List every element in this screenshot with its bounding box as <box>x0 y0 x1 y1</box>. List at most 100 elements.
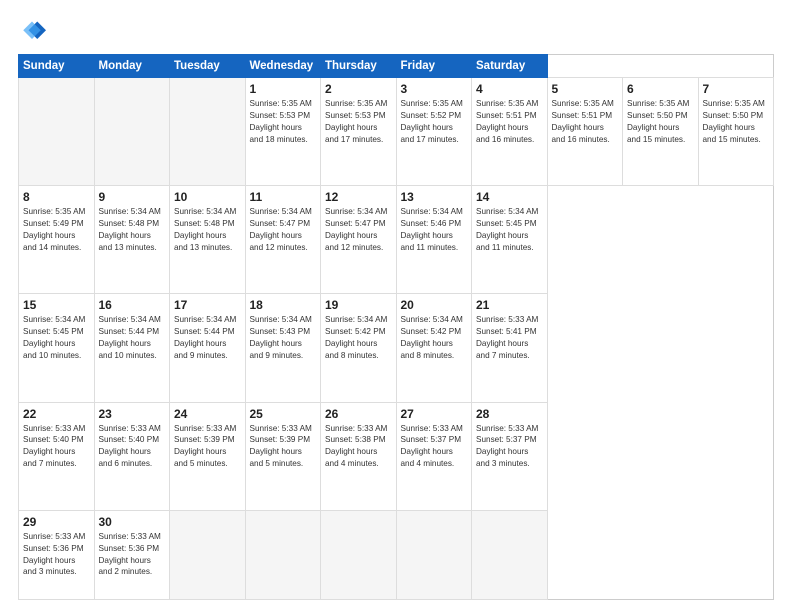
day-info: Sunrise: 5:34 AMSunset: 5:47 PMDaylight … <box>250 206 317 254</box>
calendar-cell: 10 Sunrise: 5:34 AMSunset: 5:48 PMDayligh… <box>170 186 246 294</box>
day-info: Sunrise: 5:35 AMSunset: 5:53 PMDaylight … <box>250 98 317 146</box>
day-number: 25 <box>250 407 317 421</box>
day-info: Sunrise: 5:34 AMSunset: 5:42 PMDaylight … <box>325 314 392 362</box>
calendar-cell <box>396 510 472 599</box>
day-info: Sunrise: 5:33 AMSunset: 5:36 PMDaylight … <box>23 531 90 579</box>
day-info: Sunrise: 5:34 AMSunset: 5:48 PMDaylight … <box>174 206 241 254</box>
day-info: Sunrise: 5:33 AMSunset: 5:40 PMDaylight … <box>99 423 166 471</box>
day-info: Sunrise: 5:34 AMSunset: 5:46 PMDaylight … <box>401 206 468 254</box>
day-info: Sunrise: 5:35 AMSunset: 5:52 PMDaylight … <box>401 98 468 146</box>
day-number: 16 <box>99 298 166 312</box>
day-number: 18 <box>250 298 317 312</box>
weekday-header-sunday: Sunday <box>19 55 95 78</box>
logo-icon <box>18 18 46 46</box>
day-number: 8 <box>23 190 90 204</box>
calendar-week-3: 15 Sunrise: 5:34 AMSunset: 5:45 PMDayligh… <box>19 294 774 402</box>
day-info: Sunrise: 5:33 AMSunset: 5:40 PMDaylight … <box>23 423 90 471</box>
calendar-cell: 21Sunrise: 5:33 AMSunset: 5:41 PMDayligh… <box>472 294 548 402</box>
calendar-cell: 3 Sunrise: 5:35 AMSunset: 5:52 PMDaylight… <box>396 78 472 186</box>
calendar-cell <box>472 510 548 599</box>
calendar-cell <box>94 78 170 186</box>
weekday-header-wednesday: Wednesday <box>245 55 321 78</box>
day-info: Sunrise: 5:34 AMSunset: 5:45 PMDaylight … <box>23 314 90 362</box>
calendar-cell: 23Sunrise: 5:33 AMSunset: 5:40 PMDayligh… <box>94 402 170 510</box>
day-number: 4 <box>476 82 543 96</box>
calendar-cell: 9Sunrise: 5:34 AMSunset: 5:48 PMDaylight… <box>94 186 170 294</box>
day-number: 24 <box>174 407 241 421</box>
calendar-cell: 12Sunrise: 5:34 AMSunset: 5:47 PMDayligh… <box>321 186 397 294</box>
weekday-header-thursday: Thursday <box>321 55 397 78</box>
day-number: 29 <box>23 515 90 529</box>
day-info: Sunrise: 5:34 AMSunset: 5:44 PMDaylight … <box>174 314 241 362</box>
calendar-cell: 16 Sunrise: 5:34 AMSunset: 5:44 PMDayligh… <box>94 294 170 402</box>
day-number: 10 <box>174 190 241 204</box>
calendar-cell <box>170 510 246 599</box>
calendar-cell: 2 Sunrise: 5:35 AMSunset: 5:53 PMDaylight… <box>321 78 397 186</box>
calendar-cell: 27 Sunrise: 5:33 AMSunset: 5:37 PMDayligh… <box>396 402 472 510</box>
day-info: Sunrise: 5:33 AMSunset: 5:37 PMDaylight … <box>476 423 543 471</box>
calendar-body: 1 Sunrise: 5:35 AMSunset: 5:53 PMDaylight… <box>19 78 774 600</box>
calendar-cell: 20 Sunrise: 5:34 AMSunset: 5:42 PMDayligh… <box>396 294 472 402</box>
day-info: Sunrise: 5:33 AMSunset: 5:39 PMDaylight … <box>174 423 241 471</box>
day-number: 5 <box>552 82 619 96</box>
day-number: 11 <box>250 190 317 204</box>
calendar-cell: 6 Sunrise: 5:35 AMSunset: 5:50 PMDaylight… <box>623 78 699 186</box>
calendar-cell <box>245 510 321 599</box>
calendar-cell <box>170 78 246 186</box>
calendar-cell: 26Sunrise: 5:33 AMSunset: 5:38 PMDayligh… <box>321 402 397 510</box>
calendar-header: SundayMondayTuesdayWednesdayThursdayFrid… <box>19 55 774 78</box>
day-number: 14 <box>476 190 543 204</box>
day-number: 30 <box>99 515 166 529</box>
day-info: Sunrise: 5:34 AMSunset: 5:45 PMDaylight … <box>476 206 543 254</box>
day-info: Sunrise: 5:34 AMSunset: 5:48 PMDaylight … <box>99 206 166 254</box>
calendar-cell <box>19 78 95 186</box>
day-info: Sunrise: 5:33 AMSunset: 5:37 PMDaylight … <box>401 423 468 471</box>
day-info: Sunrise: 5:35 AMSunset: 5:51 PMDaylight … <box>552 98 619 146</box>
day-info: Sunrise: 5:34 AMSunset: 5:44 PMDaylight … <box>99 314 166 362</box>
day-number: 20 <box>401 298 468 312</box>
calendar-cell: 19 Sunrise: 5:34 AMSunset: 5:42 PMDayligh… <box>321 294 397 402</box>
day-info: Sunrise: 5:34 AMSunset: 5:42 PMDaylight … <box>401 314 468 362</box>
day-info: Sunrise: 5:35 AMSunset: 5:50 PMDaylight … <box>627 98 694 146</box>
day-number: 15 <box>23 298 90 312</box>
day-number: 13 <box>401 190 468 204</box>
day-number: 2 <box>325 82 392 96</box>
calendar-cell: 29 Sunrise: 5:33 AMSunset: 5:36 PMDayligh… <box>19 510 95 599</box>
logo <box>18 18 50 46</box>
calendar-week-2: 8 Sunrise: 5:35 AMSunset: 5:49 PMDaylight… <box>19 186 774 294</box>
day-info: Sunrise: 5:33 AMSunset: 5:39 PMDaylight … <box>250 423 317 471</box>
day-info: Sunrise: 5:34 AMSunset: 5:43 PMDaylight … <box>250 314 317 362</box>
calendar-cell: 30Sunrise: 5:33 AMSunset: 5:36 PMDayligh… <box>94 510 170 599</box>
day-number: 6 <box>627 82 694 96</box>
day-number: 28 <box>476 407 543 421</box>
weekday-header-row: SundayMondayTuesdayWednesdayThursdayFrid… <box>19 55 774 78</box>
day-number: 7 <box>703 82 770 96</box>
day-number: 19 <box>325 298 392 312</box>
calendar-cell: 18 Sunrise: 5:34 AMSunset: 5:43 PMDayligh… <box>245 294 321 402</box>
calendar-week-4: 22Sunrise: 5:33 AMSunset: 5:40 PMDayligh… <box>19 402 774 510</box>
calendar-cell: 22Sunrise: 5:33 AMSunset: 5:40 PMDayligh… <box>19 402 95 510</box>
calendar-week-1: 1 Sunrise: 5:35 AMSunset: 5:53 PMDaylight… <box>19 78 774 186</box>
calendar-cell: 24 Sunrise: 5:33 AMSunset: 5:39 PMDayligh… <box>170 402 246 510</box>
calendar-cell: 17 Sunrise: 5:34 AMSunset: 5:44 PMDayligh… <box>170 294 246 402</box>
day-info: Sunrise: 5:35 AMSunset: 5:50 PMDaylight … <box>703 98 770 146</box>
day-number: 1 <box>250 82 317 96</box>
weekday-header-saturday: Saturday <box>472 55 548 78</box>
page: SundayMondayTuesdayWednesdayThursdayFrid… <box>0 0 792 612</box>
calendar-cell: 7 Sunrise: 5:35 AMSunset: 5:50 PMDaylight… <box>698 78 774 186</box>
day-info: Sunrise: 5:35 AMSunset: 5:51 PMDaylight … <box>476 98 543 146</box>
day-number: 17 <box>174 298 241 312</box>
day-info: Sunrise: 5:35 AMSunset: 5:53 PMDaylight … <box>325 98 392 146</box>
calendar-cell: 1 Sunrise: 5:35 AMSunset: 5:53 PMDaylight… <box>245 78 321 186</box>
day-number: 3 <box>401 82 468 96</box>
day-number: 27 <box>401 407 468 421</box>
calendar-cell: 25 Sunrise: 5:33 AMSunset: 5:39 PMDayligh… <box>245 402 321 510</box>
day-info: Sunrise: 5:34 AMSunset: 5:47 PMDaylight … <box>325 206 392 254</box>
calendar-cell: 13 Sunrise: 5:34 AMSunset: 5:46 PMDayligh… <box>396 186 472 294</box>
weekday-header-friday: Friday <box>396 55 472 78</box>
calendar-cell: 14 Sunrise: 5:34 AMSunset: 5:45 PMDayligh… <box>472 186 548 294</box>
calendar-cell: 28 Sunrise: 5:33 AMSunset: 5:37 PMDayligh… <box>472 402 548 510</box>
header <box>18 18 774 46</box>
day-info: Sunrise: 5:35 AMSunset: 5:49 PMDaylight … <box>23 206 90 254</box>
calendar-week-5: 29 Sunrise: 5:33 AMSunset: 5:36 PMDayligh… <box>19 510 774 599</box>
